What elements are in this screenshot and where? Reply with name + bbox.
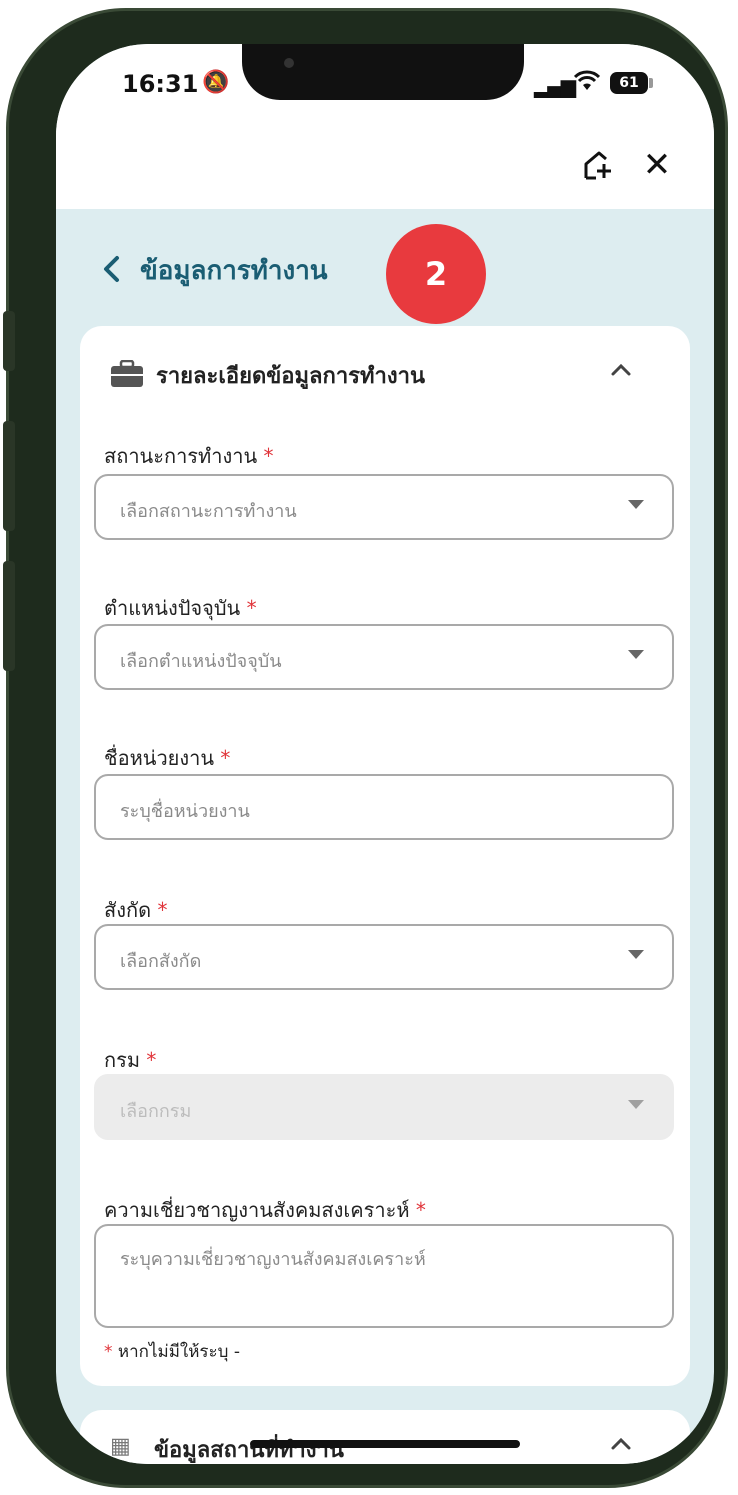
- field-label-agency-name: ชื่อหน่วยงาน *: [104, 746, 231, 770]
- step-badge: 2: [386, 224, 486, 324]
- chevron-left-icon[interactable]: [100, 254, 122, 291]
- bell-slash-icon: 🔕: [202, 70, 230, 95]
- workplace-card-title: ข้อมูลสถานที่ทำงาน: [154, 1438, 344, 1463]
- mute-switch: [3, 311, 15, 371]
- caret-down-icon: [628, 1100, 644, 1109]
- card-title: รายละเอียดข้อมูลการทำงาน: [156, 364, 425, 389]
- current-position-placeholder: เลือกตำแหน่งปัจจุบัน: [120, 651, 282, 672]
- affiliation-select[interactable]: เลือกสังกัด: [94, 924, 674, 990]
- camera-dot: [284, 58, 294, 68]
- chevron-up-icon[interactable]: [610, 1432, 632, 1457]
- volume-down-button: [3, 561, 15, 671]
- field-label-affiliation: สังกัด *: [104, 898, 168, 922]
- add-to-home-icon[interactable]: [582, 148, 616, 182]
- current-position-select[interactable]: เลือกตำแหน่งปัจจุบัน: [94, 624, 674, 690]
- workplace-card[interactable]: ▦ ข้อมูลสถานที่ทำงาน: [80, 1410, 690, 1464]
- status-time: 16:31: [122, 70, 199, 98]
- field-label-work-status: สถานะการทำงาน *: [104, 444, 274, 468]
- agency-name-input[interactable]: ระบุชื่อหน่วยงาน: [94, 774, 674, 840]
- affiliation-placeholder: เลือกสังกัด: [120, 951, 202, 972]
- caret-down-icon: [628, 650, 644, 659]
- department-select: เลือกกรม: [94, 1074, 674, 1140]
- caret-down-icon: [628, 950, 644, 959]
- social-work-expertise-placeholder: ระบุความเชี่ยวชาญงานสังคมสงเคราะห์: [120, 1249, 426, 1270]
- agency-name-placeholder: ระบุชื่อหน่วยงาน: [120, 801, 250, 822]
- field-label-social-work-expertise: ความเชี่ยวชาญงานสังคมสงเคราะห์ *: [104, 1198, 426, 1222]
- battery-indicator: 61: [610, 72, 648, 94]
- caret-down-icon: [628, 500, 644, 509]
- field-label-current-position: ตำแหน่งปัจจุบัน *: [104, 596, 257, 620]
- page-title: ข้อมูลการทำงาน: [140, 256, 328, 286]
- notch: [242, 44, 524, 100]
- battery-tip: [649, 78, 653, 88]
- department-placeholder: เลือกกรม: [120, 1101, 192, 1122]
- work-details-card: รายละเอียดข้อมูลการทำงาน สถานะการทำงาน *…: [80, 326, 690, 1386]
- field-label-department: กรม *: [104, 1048, 157, 1072]
- briefcase-icon: [110, 359, 144, 388]
- phone-screen: 16:31 🔕 ▂▄▆ 61 ✕ ข้อมูลการทำงาน 2 รายละเ…: [56, 44, 714, 1464]
- hint-note: * หากไม่มีให้ระบุ -: [104, 1342, 241, 1362]
- signal-icon: ▂▄▆: [534, 74, 576, 98]
- card-header[interactable]: รายละเอียดข้อมูลการทำงาน: [110, 354, 670, 394]
- work-status-placeholder: เลือกสถานะการทำงาน: [120, 501, 297, 522]
- building-icon: ▦: [110, 1434, 131, 1459]
- wifi-icon: [573, 70, 601, 98]
- social-work-expertise-textarea[interactable]: ระบุความเชี่ยวชาญงานสังคมสงเคราะห์: [94, 1224, 674, 1328]
- chevron-up-icon[interactable]: [610, 358, 632, 383]
- volume-up-button: [3, 421, 15, 531]
- work-status-select[interactable]: เลือกสถานะการทำงาน: [94, 474, 674, 540]
- close-icon[interactable]: ✕: [642, 148, 672, 182]
- home-indicator: [250, 1440, 520, 1448]
